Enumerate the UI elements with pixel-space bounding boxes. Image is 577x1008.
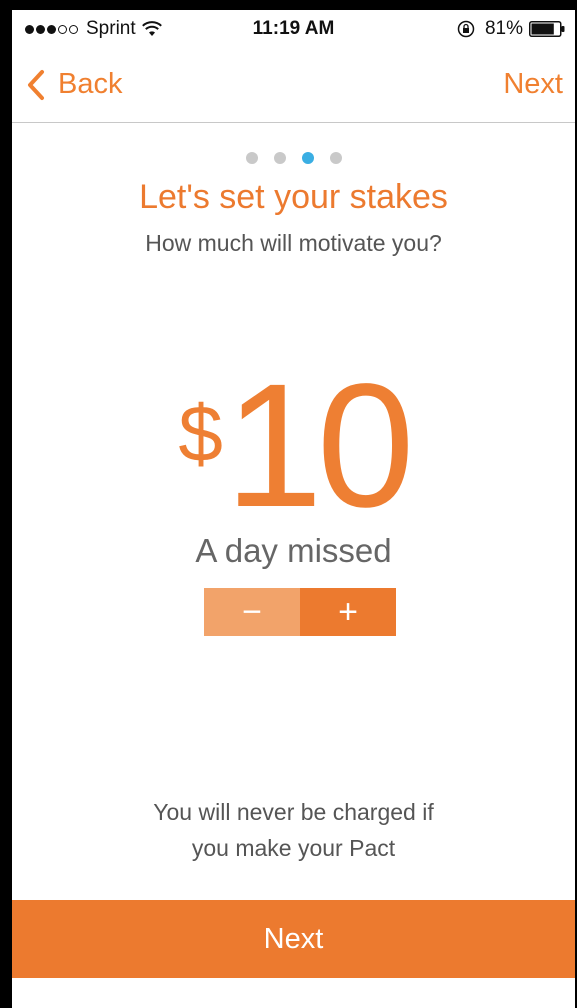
- charge-note-line-1: You will never be charged if: [153, 799, 434, 825]
- currency-symbol: $: [178, 389, 223, 478]
- phone-screen: Sprint 11:19 AM 81% Back Next Let's set …: [12, 10, 575, 1008]
- stake-value: 10: [224, 348, 415, 544]
- page-dot: [245, 152, 258, 164]
- page-dot-active: [301, 152, 314, 164]
- battery-icon: [529, 21, 565, 37]
- orientation-lock-icon: [457, 20, 475, 38]
- back-button[interactable]: Back: [26, 68, 122, 101]
- page-dot: [329, 152, 342, 164]
- stake-stepper: − +: [204, 588, 396, 636]
- page-title: Let's set your stakes: [139, 178, 448, 216]
- stake-amount: $ 10: [12, 358, 575, 534]
- chevron-left-icon: [28, 69, 44, 100]
- navigation-bar: Back Next: [12, 50, 575, 123]
- nav-next-button[interactable]: Next: [503, 68, 563, 101]
- page-subtitle: How much will motivate you?: [145, 230, 442, 256]
- status-right: 81%: [457, 18, 565, 40]
- decrease-stake-button[interactable]: −: [204, 588, 300, 636]
- stake-caption: A day missed: [195, 532, 392, 569]
- page-dot: [273, 152, 286, 164]
- next-button[interactable]: Next: [12, 900, 575, 978]
- increase-stake-button[interactable]: +: [300, 588, 396, 636]
- status-bar: Sprint 11:19 AM 81%: [12, 10, 575, 50]
- back-label: Back: [58, 68, 123, 100]
- battery-percentage: 81%: [484, 18, 523, 39]
- page-indicator: [12, 152, 575, 164]
- charge-note: You will never be charged if you make yo…: [12, 794, 575, 866]
- charge-note-line-2: you make your Pact: [191, 835, 396, 861]
